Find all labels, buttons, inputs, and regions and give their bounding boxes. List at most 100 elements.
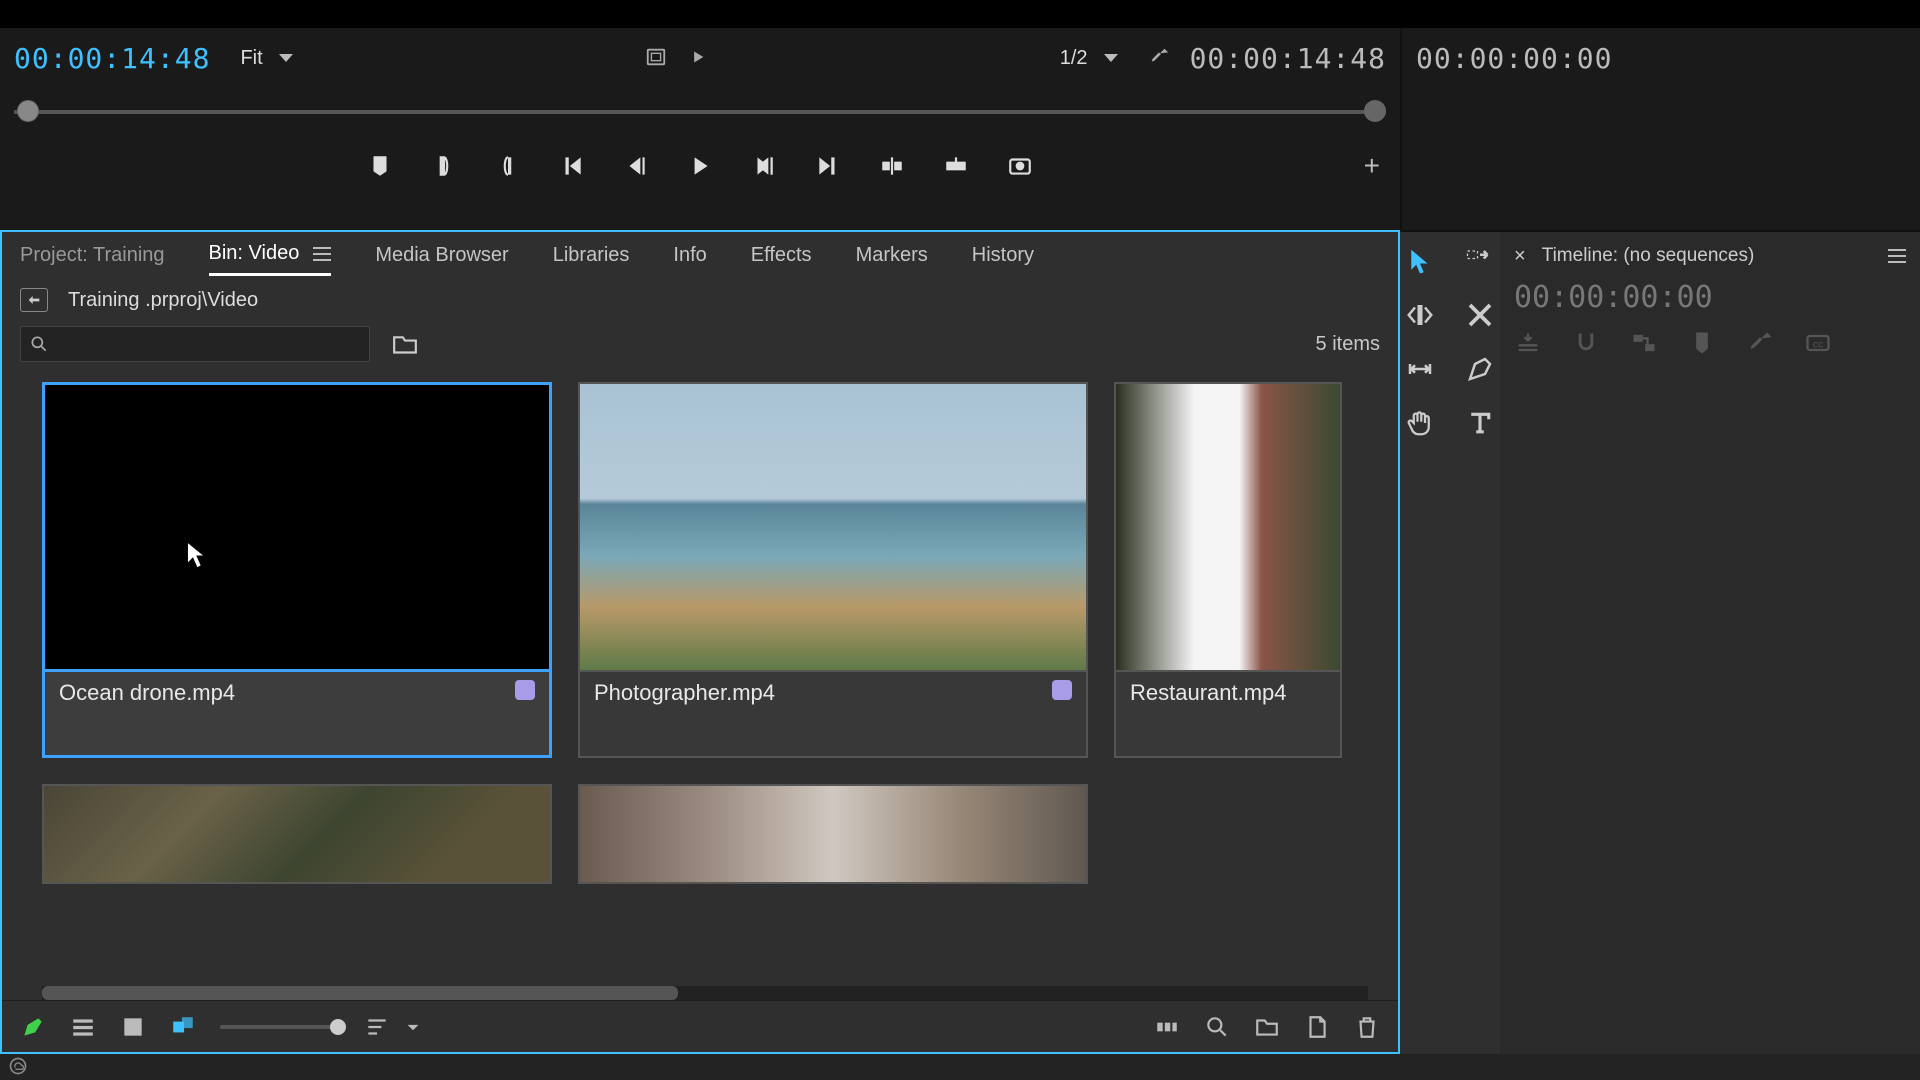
- list-view-button[interactable]: [70, 1014, 96, 1040]
- source-resolution-dropdown[interactable]: 1/2: [1050, 43, 1128, 74]
- tab-bin-video[interactable]: Bin: Video: [209, 242, 332, 276]
- snap-icon[interactable]: [1572, 329, 1600, 360]
- overlay-icon[interactable]: [685, 46, 707, 71]
- clip-label-color[interactable]: [1052, 680, 1072, 700]
- rate-stretch-tool[interactable]: [1463, 298, 1497, 332]
- scrollbar-thumb[interactable]: [42, 986, 678, 1000]
- step-back-button[interactable]: [619, 149, 653, 183]
- tools-panel: [1400, 230, 1500, 1054]
- source-monitor-top: 00:00:14:48 Fit 1/2 00:00:14:48: [14, 28, 1386, 88]
- monitors-row: 00:00:14:48 Fit 1/2 00:00:14:48: [0, 0, 1920, 230]
- clip-thumb[interactable]: [1114, 382, 1342, 672]
- hand-tool[interactable]: [1403, 406, 1437, 440]
- source-time-ruler[interactable]: [14, 96, 1386, 124]
- creative-cloud-icon[interactable]: [8, 1056, 28, 1079]
- clip-partial-4[interactable]: [42, 784, 552, 884]
- button-editor-plus[interactable]: +: [1364, 150, 1380, 182]
- tab-media-browser[interactable]: Media Browser: [375, 244, 508, 275]
- source-timecode-in[interactable]: 00:00:14:48: [14, 42, 210, 75]
- timeline-toolbar: cc: [1514, 329, 1906, 360]
- go-to-in-button[interactable]: [555, 149, 589, 183]
- pen-tool[interactable]: [1463, 352, 1497, 386]
- clip-partial-5[interactable]: [578, 784, 1088, 884]
- settings-wrench-icon[interactable]: [1148, 46, 1170, 71]
- clip-restaurant[interactable]: Restaurant.mp4: [1114, 382, 1342, 758]
- tab-history[interactable]: History: [972, 244, 1034, 275]
- captions-icon[interactable]: cc: [1804, 329, 1832, 360]
- resolution-label: 1/2: [1060, 47, 1088, 70]
- new-item-button[interactable]: [1304, 1014, 1330, 1040]
- clip-name[interactable]: Ocean drone.mp4: [59, 680, 235, 706]
- slip-tool[interactable]: [1403, 352, 1437, 386]
- clear-button[interactable]: [1354, 1014, 1380, 1040]
- clip-thumb[interactable]: [578, 784, 1088, 884]
- project-path-text: Training .prproj\Video: [68, 289, 258, 312]
- add-marker-icon[interactable]: [1688, 329, 1716, 360]
- sort-icons-button[interactable]: [364, 1014, 390, 1040]
- zoom-slider[interactable]: [220, 1025, 340, 1029]
- timeline-timecode[interactable]: 00:00:00:00: [1514, 280, 1906, 315]
- source-timecode-out: 00:00:14:48: [1190, 42, 1386, 75]
- freeform-view-button[interactable]: [170, 1014, 196, 1040]
- program-timecode[interactable]: 00:00:00:00: [1416, 42, 1612, 75]
- insert-sequence-icon[interactable]: [1514, 329, 1542, 360]
- ripple-edit-tool[interactable]: [1403, 298, 1437, 332]
- chevron-down-icon: [279, 54, 293, 62]
- item-count-label: 5 items: [1316, 333, 1380, 356]
- search-icon: [29, 334, 49, 354]
- clips-area: Ocean drone.mp4 Photographer.mp4: [2, 376, 1398, 986]
- clip-name[interactable]: Restaurant.mp4: [1130, 680, 1287, 706]
- status-strip: [0, 1054, 1920, 1080]
- clip-ocean-drone[interactable]: Ocean drone.mp4: [42, 382, 552, 758]
- source-out-handle[interactable]: [1364, 100, 1386, 122]
- automate-to-sequence-button[interactable]: [1154, 1014, 1180, 1040]
- panel-menu-icon[interactable]: [313, 247, 331, 261]
- timeline-settings-icon[interactable]: [1746, 329, 1774, 360]
- overwrite-button[interactable]: [939, 149, 973, 183]
- write-only-toggle-icon[interactable]: [20, 1014, 46, 1040]
- source-transport: +: [14, 138, 1386, 194]
- go-to-out-button[interactable]: [811, 149, 845, 183]
- insert-button[interactable]: [875, 149, 909, 183]
- clip-photographer[interactable]: Photographer.mp4: [578, 382, 1088, 758]
- clip-label-color[interactable]: [515, 680, 535, 700]
- mark-in-button[interactable]: [427, 149, 461, 183]
- tab-effects[interactable]: Effects: [751, 244, 812, 275]
- clip-thumb[interactable]: [578, 382, 1088, 672]
- source-zoom-fit-dropdown[interactable]: Fit: [230, 43, 302, 74]
- mark-out-button[interactable]: [491, 149, 525, 183]
- nav-up-button[interactable]: [20, 288, 48, 312]
- project-search-input[interactable]: [20, 326, 370, 362]
- project-tab-bar: Project: Training Bin: Video Media Brows…: [2, 232, 1398, 278]
- project-scrollbar-h[interactable]: [42, 986, 1368, 1000]
- clip-thumb[interactable]: [42, 784, 552, 884]
- sort-dropdown-icon[interactable]: [400, 1014, 426, 1040]
- track-select-tool[interactable]: [1463, 244, 1497, 278]
- clip-name[interactable]: Photographer.mp4: [594, 680, 775, 706]
- icon-view-button[interactable]: [120, 1014, 146, 1040]
- type-tool[interactable]: [1463, 406, 1497, 440]
- clip-row-2: [42, 784, 1368, 884]
- find-button[interactable]: [1204, 1014, 1230, 1040]
- middle-row: Project: Training Bin: Video Media Brows…: [0, 230, 1920, 1054]
- tab-info[interactable]: Info: [673, 244, 706, 275]
- tab-project[interactable]: Project: Training: [20, 244, 165, 275]
- play-button[interactable]: [683, 149, 717, 183]
- linked-selection-icon[interactable]: [1630, 329, 1658, 360]
- slider-knob[interactable]: [330, 1019, 346, 1035]
- panel-menu-icon[interactable]: [1888, 249, 1906, 263]
- selection-tool[interactable]: [1403, 244, 1437, 278]
- export-frame-button[interactable]: [1003, 149, 1037, 183]
- safe-margins-icon[interactable]: [645, 46, 667, 71]
- source-playhead[interactable]: [17, 100, 39, 122]
- step-forward-button[interactable]: [747, 149, 781, 183]
- timeline-close-button[interactable]: ×: [1514, 245, 1526, 268]
- clip-thumb[interactable]: [42, 382, 552, 672]
- new-search-bin-icon[interactable]: [392, 333, 418, 355]
- tab-markers[interactable]: Markers: [856, 244, 928, 275]
- program-monitor-top: 00:00:00:00: [1416, 28, 1906, 88]
- source-top-icons: [645, 46, 707, 71]
- tab-libraries[interactable]: Libraries: [553, 244, 630, 275]
- add-marker-button[interactable]: [363, 149, 397, 183]
- new-bin-button[interactable]: [1254, 1014, 1280, 1040]
